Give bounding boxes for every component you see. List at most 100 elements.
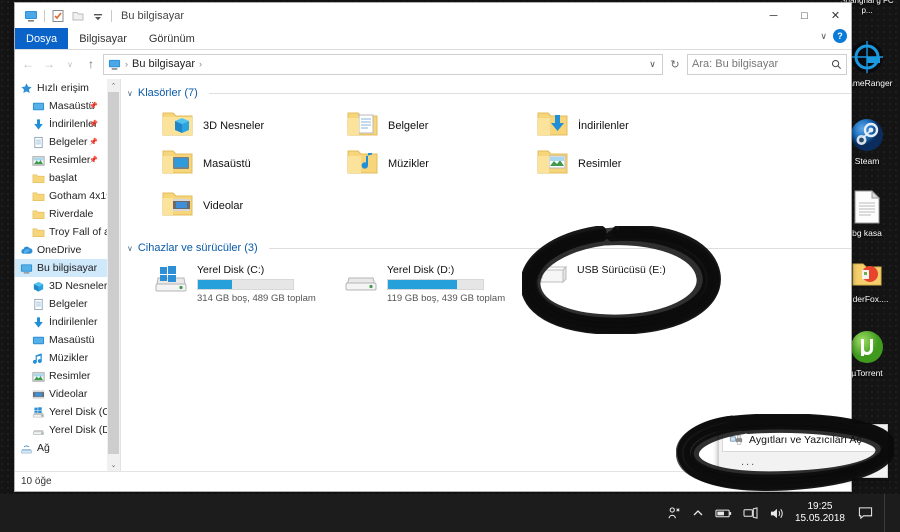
drive-size-text: 119 GB boş, 439 GB toplam	[387, 293, 506, 304]
scroll-up-icon[interactable]: ⌃	[107, 79, 120, 92]
sidebar-item-label: İndirilenler	[49, 316, 98, 328]
sidebar-item-label: Belgeler	[49, 298, 88, 310]
tab-gorunum[interactable]: Görünüm	[138, 28, 206, 49]
recent-locations-button[interactable]: ∨	[61, 55, 79, 73]
sidebar-item-i-ndirilenler[interactable]: İndirilenler 📌	[15, 115, 120, 133]
context-menu-item-devices-printers[interactable]: Aygıtları ve Yazıcıları Aç	[722, 428, 884, 452]
navigation-scrollbar[interactable]: ⌃ ⌄	[107, 79, 120, 471]
new-folder-icon[interactable]	[68, 6, 88, 26]
videos-folder-icon	[161, 189, 195, 222]
group-header-folders[interactable]: ∨ Klasörler (7)	[121, 87, 851, 99]
sidebar-item-m-zikler[interactable]: Müzikler	[15, 349, 120, 367]
this-pc-icon[interactable]	[108, 58, 121, 71]
folder-icon	[32, 226, 45, 239]
sidebar-item-h-zl-eri-im[interactable]: Hızlı erişim	[15, 79, 120, 97]
pin-icon[interactable]: 📌	[89, 120, 98, 128]
drive-name: USB Sürücüsü (E:)	[577, 264, 666, 276]
sidebar-item-yerel-disk-c[interactable]: Yerel Disk (C:)	[15, 403, 120, 421]
sidebar-item-resimler[interactable]: Resimler	[15, 367, 120, 385]
search-icon[interactable]	[831, 59, 842, 70]
help-icon[interactable]: ?	[833, 29, 847, 43]
folder-item-3d-nesneler[interactable]: 3D Nesneler	[161, 109, 264, 142]
battery-icon[interactable]	[715, 507, 732, 519]
pin-icon[interactable]: 📌	[89, 138, 98, 146]
sidebar-item-label: Riverdale	[49, 208, 94, 220]
sidebar-item-ba-lat[interactable]: başlat	[15, 169, 120, 187]
back-button[interactable]: ←	[19, 55, 37, 73]
sidebar-item-resimler[interactable]: Resimler 📌	[15, 151, 120, 169]
address-bar[interactable]: › Bu bilgisayar › ∨	[103, 53, 663, 75]
sidebar-item-troy-fall-of-a-city[interactable]: Troy Fall of a City	[15, 223, 120, 241]
people-icon[interactable]	[667, 506, 681, 520]
sidebar-item-masa-st[interactable]: Masaüstü 📌	[15, 97, 120, 115]
drive-item-usb[interactable]: USB Sürücüsü (E:)	[533, 264, 666, 291]
videos-icon	[32, 388, 45, 401]
sidebar-item-label: Ağ	[37, 442, 50, 454]
sidebar-item-yerel-disk-d[interactable]: Yerel Disk (D:)	[15, 421, 120, 439]
show-desktop-button[interactable]	[884, 494, 894, 532]
divider	[44, 9, 45, 22]
pictures-icon	[32, 370, 45, 383]
tab-bilgisayar[interactable]: Bilgisayar	[68, 28, 138, 49]
properties-icon[interactable]	[48, 6, 68, 26]
sidebar-item-riverdale[interactable]: Riverdale	[15, 205, 120, 223]
customize-icon[interactable]	[88, 6, 108, 26]
folder-item-belgeler[interactable]: Belgeler	[346, 109, 428, 142]
drive-item-c[interactable]: Yerel Disk (C:) 314 GB boş, 489 GB topla…	[153, 264, 316, 304]
pin-icon[interactable]: 📌	[89, 102, 98, 110]
navigation-pane: Hızlı erişim Masaüstü 📌 İndirilenler 📌 Belgel…	[15, 79, 120, 471]
minimize-button[interactable]: ─	[758, 3, 789, 28]
maximize-button[interactable]: □	[789, 3, 820, 28]
item-count: 10 öğe	[21, 476, 52, 487]
search-input[interactable]: Ara: Bu bilgisayar	[687, 53, 847, 75]
chevron-down-icon[interactable]: ∨	[820, 31, 827, 42]
scrollbar-thumb[interactable]	[108, 92, 119, 454]
sidebar-item-videolar[interactable]: Videolar	[15, 385, 120, 403]
folder-item-videolar[interactable]: Videolar	[161, 189, 243, 222]
sidebar-item-belgeler[interactable]: Belgeler	[15, 295, 120, 313]
divider	[111, 9, 112, 22]
address-dropdown-icon[interactable]: ∨	[645, 56, 660, 73]
desktop-icon	[32, 100, 45, 113]
sidebar-item-gotham-4x19-izle[interactable]: Gotham 4x19 izle	[15, 187, 120, 205]
volume-icon[interactable]	[769, 507, 784, 520]
breadcrumb-separator[interactable]: ›	[199, 59, 202, 69]
sidebar-item-bu-bilgisayar[interactable]: Bu bilgisayar	[15, 259, 120, 277]
group-header-drives[interactable]: ∨ Cihazlar ve sürücüler (3)	[121, 242, 851, 254]
sidebar-item-3d-nesneler[interactable]: 3D Nesneler	[15, 277, 120, 295]
notification-icon[interactable]	[858, 506, 873, 520]
folder-item-resimler[interactable]: Resimler	[536, 147, 621, 180]
sidebar-item-masa-st[interactable]: Masaüstü	[15, 331, 120, 349]
chevron-down-icon[interactable]: ∨	[127, 244, 133, 253]
sidebar-item-onedrive[interactable]: OneDrive	[15, 241, 120, 259]
folder-icon	[32, 208, 45, 221]
sidebar-item-label: 3D Nesneler	[49, 280, 108, 292]
pin-icon[interactable]: 📌	[89, 156, 98, 164]
sidebar-item-belgeler[interactable]: Belgeler 📌	[15, 133, 120, 151]
folder-item-indirilenler[interactable]: İndirilenler	[536, 109, 629, 142]
this-pc-icon[interactable]	[21, 6, 41, 26]
folder-item-muzikler[interactable]: Müzikler	[346, 147, 429, 180]
folder-item-masaustu[interactable]: Masaüstü	[161, 147, 251, 180]
clock[interactable]: 19:25 15.05.2018	[795, 501, 845, 525]
network-icon[interactable]	[743, 506, 758, 520]
sidebar-item-i-ndirilenler[interactable]: İndirilenler	[15, 313, 120, 331]
tab-dosya[interactable]: Dosya	[15, 28, 69, 49]
show-hidden-icons-icon[interactable]	[692, 507, 704, 519]
onedrive-icon	[20, 244, 33, 257]
sidebar-item-a[interactable]: Ağ	[15, 439, 120, 457]
music-icon	[32, 352, 45, 365]
file-list-pane[interactable]: ∨ Klasörler (7) 3D Nesneler Belgeler İnd…	[121, 79, 851, 471]
folder-icon	[32, 172, 45, 185]
drive-item-d[interactable]: Yerel Disk (D:) 119 GB boş, 439 GB topla…	[343, 264, 505, 304]
scroll-down-icon[interactable]: ⌄	[107, 458, 120, 471]
title-bar[interactable]: Bu bilgisayar ─ □ ✕	[15, 3, 851, 28]
breadcrumb-item-this-pc[interactable]: Bu bilgisayar	[132, 58, 195, 70]
forward-button[interactable]: →	[40, 55, 58, 73]
refresh-button[interactable]: ↻	[666, 55, 684, 73]
up-button[interactable]: ↑	[82, 55, 100, 73]
context-menu-more[interactable]: ...	[719, 452, 887, 468]
documents-icon	[32, 136, 45, 149]
chevron-down-icon[interactable]: ∨	[127, 89, 133, 98]
close-button[interactable]: ✕	[820, 3, 851, 28]
